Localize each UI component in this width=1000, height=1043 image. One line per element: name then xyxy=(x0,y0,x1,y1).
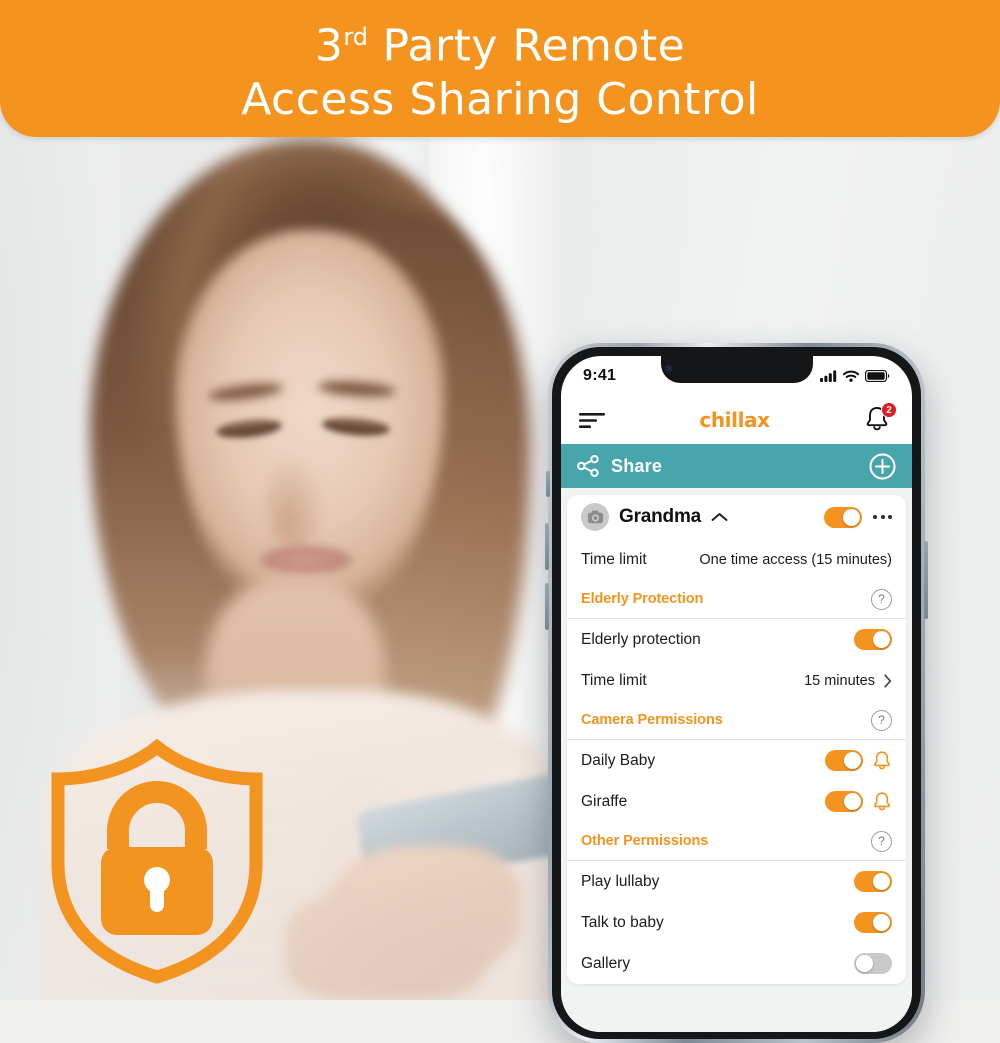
header-banner: 3rd Party Remote Access Sharing Control xyxy=(0,0,1000,137)
section-title: Elderly Protection xyxy=(581,591,704,607)
status-icons xyxy=(820,370,890,382)
help-circle-icon[interactable]: ? xyxy=(871,709,892,731)
notification-bell-button[interactable]: 2 xyxy=(864,402,897,435)
share-bar: Share xyxy=(561,444,912,488)
row-controls xyxy=(825,750,892,771)
row-label: Gallery xyxy=(581,954,631,972)
row-label: Daily Baby xyxy=(581,751,656,769)
row-label: Giraffe xyxy=(581,792,628,810)
phone-notch xyxy=(660,356,813,383)
power-button[interactable] xyxy=(924,541,928,619)
chevron-up-icon[interactable] xyxy=(711,512,728,522)
banner-ordinal-suffix: rd xyxy=(343,23,369,52)
bell-icon[interactable] xyxy=(872,750,892,771)
recipient-name: Grandma xyxy=(619,506,702,527)
gallery-toggle[interactable] xyxy=(854,953,892,974)
volume-up-button[interactable] xyxy=(545,523,549,570)
row-camera-giraffe[interactable]: Giraffe xyxy=(581,781,892,822)
talk-to-baby-toggle[interactable] xyxy=(854,912,892,933)
banner-title-line-2: Access Sharing Control xyxy=(241,73,759,125)
help-circle-icon[interactable]: ? xyxy=(871,588,892,610)
row-play-lullaby[interactable]: Play lullaby xyxy=(581,861,892,902)
share-bar-left: Share xyxy=(577,455,662,477)
app-header: chillax 2 xyxy=(561,396,912,444)
app-logo: chillax xyxy=(699,408,770,432)
phone-screen: 9:41 chillax 2 Share Grandma Time limit … xyxy=(561,356,912,1032)
row-gallery[interactable]: Gallery xyxy=(581,943,892,984)
time-limit-summary-label: Time limit xyxy=(581,550,647,568)
status-time: 9:41 xyxy=(583,367,617,384)
volume-down-button[interactable] xyxy=(545,583,549,630)
recipient-access-toggle[interactable] xyxy=(824,506,862,528)
help-circle-icon[interactable]: ? xyxy=(871,830,892,852)
row-label: Play lullaby xyxy=(581,872,660,890)
silent-switch-button[interactable] xyxy=(546,471,550,497)
battery-icon xyxy=(865,370,890,382)
section-header-elderly-protection: Elderly Protection ? xyxy=(581,580,892,618)
recipient-identity: Grandma xyxy=(581,503,728,531)
notification-count-badge: 2 xyxy=(880,402,897,418)
play-lullaby-toggle[interactable] xyxy=(854,871,892,892)
row-value-group: 15 minutes xyxy=(804,673,892,689)
cellular-signal-icon xyxy=(820,370,837,382)
row-label: Time limit xyxy=(581,671,647,689)
section-header-camera-permissions: Camera Permissions ? xyxy=(581,701,892,739)
hamburger-menu-icon[interactable] xyxy=(579,412,605,429)
recipient-header-row[interactable]: Grandma xyxy=(581,495,892,539)
bell-icon[interactable] xyxy=(872,791,892,812)
row-label: Elderly protection xyxy=(581,630,701,648)
row-elderly-time-limit[interactable]: Time limit 15 minutes xyxy=(581,660,892,701)
share-nodes-icon xyxy=(577,455,599,477)
share-list-content[interactable]: Grandma Time limit One time access (15 m… xyxy=(561,488,912,1032)
shield-lock-icon xyxy=(42,735,272,985)
plus-circle-icon[interactable] xyxy=(869,453,896,480)
row-camera-daily-baby[interactable]: Daily Baby xyxy=(581,740,892,781)
phone-mockup: 9:41 chillax 2 Share Grandma Time limit … xyxy=(545,343,928,1043)
banner-number: 3 xyxy=(314,20,344,72)
section-title: Other Permissions xyxy=(581,833,709,849)
daily-baby-toggle[interactable] xyxy=(825,750,863,771)
share-recipient-card: Grandma Time limit One time access (15 m… xyxy=(567,495,906,984)
row-talk-to-baby[interactable]: Talk to baby xyxy=(581,902,892,943)
section-header-other-permissions: Other Permissions ? xyxy=(581,822,892,860)
banner-title-line-1: 3rd Party Remote xyxy=(315,11,685,73)
front-camera-icon xyxy=(665,365,672,372)
recipient-controls xyxy=(824,506,892,528)
row-elderly-protection[interactable]: Elderly protection xyxy=(581,619,892,660)
elderly-time-limit-value: 15 minutes xyxy=(804,672,875,689)
row-label: Talk to baby xyxy=(581,913,664,931)
wifi-icon xyxy=(843,370,859,382)
more-options-icon[interactable] xyxy=(873,515,892,519)
time-limit-summary-value: One time access (15 minutes) xyxy=(699,551,892,568)
row-controls xyxy=(825,791,892,812)
elderly-protection-toggle[interactable] xyxy=(854,629,892,650)
chevron-right-icon[interactable] xyxy=(884,673,892,688)
banner-title-rest: Party Remote xyxy=(368,20,686,72)
camera-avatar-icon xyxy=(581,503,609,531)
section-title: Camera Permissions xyxy=(581,712,723,728)
share-label: Share xyxy=(611,455,663,476)
giraffe-toggle[interactable] xyxy=(825,791,863,812)
time-limit-summary-row: Time limit One time access (15 minutes) xyxy=(581,539,892,580)
